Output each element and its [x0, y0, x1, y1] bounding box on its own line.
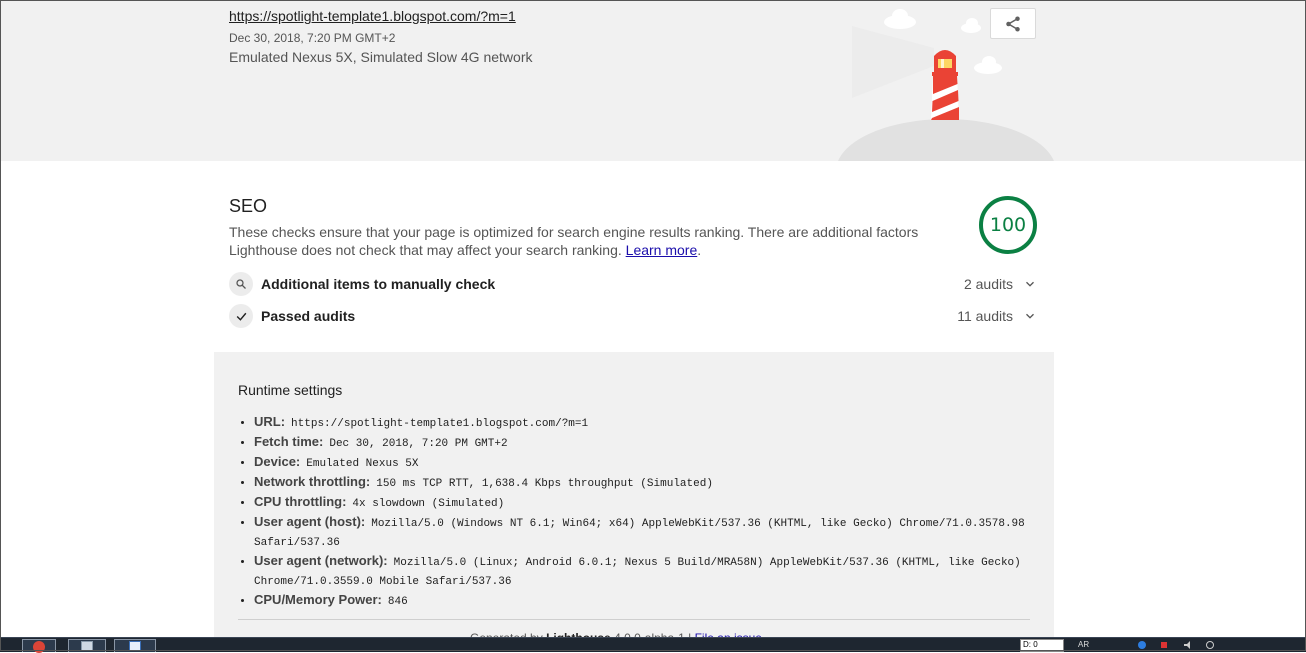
- setting-value: https://spotlight-template1.blogspot.com…: [291, 418, 589, 430]
- clock-icon[interactable]: [1206, 641, 1214, 649]
- list-item: User agent (network):Mozilla/5.0 (Linux;…: [254, 552, 1054, 591]
- setting-value: Mozilla/5.0 (Windows NT 6.1; Win64; x64)…: [254, 518, 1025, 549]
- score-value: 100: [989, 214, 1027, 236]
- folder-icon: [129, 641, 141, 651]
- taskbar-app-explorer[interactable]: [114, 639, 156, 652]
- taskbar-app-chrome[interactable]: [22, 639, 56, 653]
- manual-checks-group[interactable]: Additional items to manually check 2 aud…: [229, 270, 1037, 298]
- list-item: CPU throttling: 4x slowdown (Simulated): [254, 493, 1054, 513]
- setting-value: 846: [387, 596, 408, 608]
- category-title: SEO: [229, 196, 268, 216]
- setting-key: Fetch time:: [254, 434, 324, 449]
- category-description: These checks ensure that your page is op…: [229, 223, 949, 259]
- fetch-time: Dec 30, 2018, 7:20 PM GMT+2: [229, 31, 396, 45]
- group-label-passed: Passed audits: [261, 308, 356, 324]
- runtime-settings-list: URL: https://spotlight-template1.blogspot…: [238, 413, 1054, 611]
- taskbar-app-window[interactable]: [68, 639, 106, 652]
- setting-value: Dec 30, 2018, 7:20 PM GMT+2: [329, 438, 508, 450]
- setting-key: User agent (network):: [254, 553, 388, 568]
- page-url-link[interactable]: https://spotlight-template1.blogspot.com…: [229, 8, 516, 24]
- chevron-down-icon[interactable]: [1023, 277, 1037, 291]
- list-item: Network throttling: 150 ms TCP RTT, 1,638…: [254, 473, 1054, 493]
- setting-key: CPU/Memory Power:: [254, 592, 382, 607]
- chrome-icon: [33, 641, 45, 653]
- runtime-settings-panel: Runtime settings URL: https://spotlight-t…: [214, 352, 1054, 651]
- search-icon: [229, 272, 253, 296]
- setting-value: 4x slowdown (Simulated): [352, 498, 505, 510]
- os-taskbar: D: 0 AR: [0, 637, 1306, 653]
- group-count-passed: 11 audits: [957, 308, 1013, 324]
- setting-key: User agent (host):: [254, 514, 366, 529]
- list-item: Fetch time: Dec 30, 2018, 7:20 PM GMT+2: [254, 433, 1054, 453]
- divider: [238, 619, 1030, 620]
- check-icon: [229, 304, 253, 328]
- list-item: CPU/Memory Power: 846: [254, 591, 1054, 611]
- network-icon[interactable]: [1138, 641, 1146, 649]
- category-description-text: These checks ensure that your page is op…: [229, 224, 919, 258]
- list-item: User agent (host):Mozilla/5.0 (Windows N…: [254, 513, 1054, 552]
- environment-description: Emulated Nexus 5X, Simulated Slow 4G net…: [229, 49, 533, 65]
- setting-key: Device:: [254, 454, 301, 469]
- language-indicator[interactable]: AR: [1078, 640, 1089, 649]
- group-label-manual: Additional items to manually check: [261, 276, 496, 292]
- window-icon: [81, 641, 93, 651]
- setting-value: Emulated Nexus 5X: [306, 458, 419, 470]
- flag-icon[interactable]: [1160, 641, 1168, 649]
- list-item: Device: Emulated Nexus 5X: [254, 453, 1054, 473]
- runtime-settings-title: Runtime settings: [238, 382, 343, 398]
- learn-more-link[interactable]: Learn more: [626, 242, 698, 258]
- setting-key: URL:: [254, 414, 286, 429]
- report-header: https://spotlight-template1.blogspot.com…: [0, 0, 1306, 161]
- passed-audits-group[interactable]: Passed audits 11 audits: [229, 302, 1037, 330]
- category-description-end: .: [697, 242, 702, 258]
- taskbar-input-indicator[interactable]: D: 0: [1020, 639, 1064, 652]
- share-icon: [1006, 16, 1020, 31]
- group-count-manual: 2 audits: [963, 276, 1013, 292]
- chevron-down-icon[interactable]: [1023, 309, 1037, 323]
- setting-key: CPU throttling:: [254, 494, 347, 509]
- setting-value: 150 ms TCP RTT, 1,638.4 Kbps throughput …: [376, 478, 713, 490]
- share-button[interactable]: [990, 8, 1036, 39]
- list-item: URL: https://spotlight-template1.blogspot…: [254, 413, 1054, 433]
- volume-icon[interactable]: [1184, 641, 1192, 649]
- setting-key: Network throttling:: [254, 474, 371, 489]
